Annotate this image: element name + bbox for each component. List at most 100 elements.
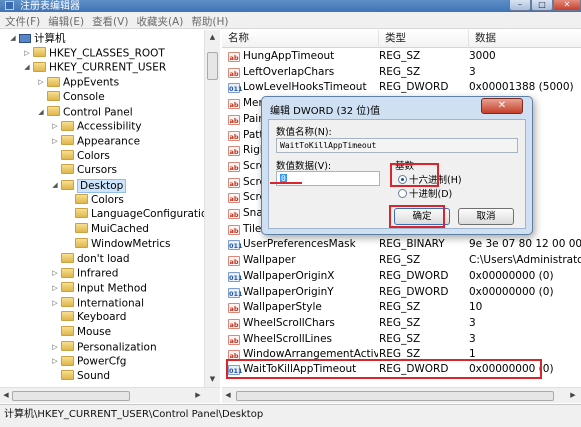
tree-node[interactable]: Console <box>36 90 105 105</box>
value-row[interactable]: ab WallpaperStyle REG_SZ 10 <box>222 300 581 315</box>
tree-node[interactable]: Sound <box>50 369 110 384</box>
tree-node[interactable]: ▷ International <box>50 296 144 311</box>
value-name-cell: ab WallpaperStyle <box>228 300 378 315</box>
close-window-button[interactable]: ✕ <box>553 0 581 11</box>
tree-node[interactable]: ▷ Input Method <box>50 281 147 296</box>
tree-node[interactable]: WindowMetrics <box>64 237 171 252</box>
value-row[interactable]: 011LowLevelHooksTimeout REG_DWORD 0x000013… <box>222 80 581 95</box>
value-data-cell: 3 <box>469 316 476 329</box>
value-data-cell: 0x00000000 (0) <box>469 269 554 282</box>
folder-icon <box>61 326 74 336</box>
decimal-radio[interactable]: 十进制(D) <box>398 186 452 200</box>
value-data-cell: C:\Users\Administrator\A <box>469 254 581 267</box>
tree-horizontal-scrollbar[interactable]: ◀ ▶ <box>0 387 220 403</box>
scroll-thumb[interactable] <box>207 52 218 80</box>
folder-icon <box>61 252 74 263</box>
dialog-close-button[interactable]: ✕ <box>481 98 523 114</box>
tree-node[interactable]: ▷ AppEvents <box>36 75 119 90</box>
status-bar: 计算机\HKEY_CURRENT_USER\Control Panel\Desk… <box>0 404 581 427</box>
value-name-cell: 011WallpaperOriginY <box>228 285 378 300</box>
column-data-header[interactable]: 数据 <box>469 30 581 48</box>
tree-node[interactable]: don't load <box>50 252 130 267</box>
folder-icon <box>75 223 88 234</box>
expand-toggle-icon[interactable]: ▷ <box>50 281 60 296</box>
scroll-thumb[interactable] <box>12 391 130 401</box>
menu-file[interactable]: 文件(F) <box>0 12 43 29</box>
expand-toggle-icon[interactable]: ◢ <box>8 31 18 46</box>
menu-view[interactable]: 查看(V) <box>87 12 131 29</box>
tree-node[interactable]: Keyboard <box>50 310 126 325</box>
tree-node[interactable]: ◢ 计算机 <box>8 31 65 46</box>
value-type-cell: REG_SZ <box>379 316 421 329</box>
tree-node[interactable]: Colors <box>50 149 110 164</box>
value-row[interactable]: ab HungAppTimeout REG_SZ 3000 <box>222 49 581 64</box>
value-name: Wallpaper <box>243 254 296 267</box>
tree-node[interactable]: ▷ Accessibility <box>50 119 142 134</box>
tree-node[interactable]: ▷ PowerCfg <box>50 354 126 369</box>
tree-node-label: Keyboard <box>77 311 127 324</box>
string-value-icon: ab <box>228 130 240 141</box>
maximize-button[interactable]: □ <box>531 0 553 11</box>
scroll-right-icon[interactable]: ▶ <box>567 388 579 403</box>
string-value-icon: ab <box>228 193 240 204</box>
expand-toggle-icon[interactable]: ▷ <box>22 46 32 61</box>
expand-toggle-icon[interactable]: ▷ <box>50 266 60 281</box>
scroll-thumb[interactable] <box>236 391 554 401</box>
column-name-header[interactable]: 名称 <box>222 30 379 48</box>
expand-toggle-icon[interactable]: ▷ <box>50 340 60 355</box>
value-data-cell: 3 <box>469 65 476 78</box>
scroll-left-icon[interactable]: ◀ <box>0 388 12 403</box>
expand-toggle-icon[interactable]: ▷ <box>50 296 60 311</box>
tree-node-label: Sound <box>77 370 111 383</box>
menu-bar: 文件(F) 编辑(E) 查看(V) 收藏夹(A) 帮助(H) <box>0 12 581 29</box>
tree-node[interactable]: ◢ Desktop <box>50 178 127 193</box>
column-type-header[interactable]: 类型 <box>379 30 469 48</box>
tree-node[interactable]: Mouse <box>50 325 111 340</box>
binary-value-icon: 011 <box>228 240 243 251</box>
tree-node[interactable]: ◢ Control Panel <box>36 105 133 120</box>
folder-icon <box>61 179 74 190</box>
tree-node[interactable]: Colors <box>64 193 124 208</box>
value-name-cell: ab Wallpaper <box>228 253 378 268</box>
expand-toggle-icon[interactable]: ▷ <box>36 75 46 90</box>
scroll-right-icon[interactable]: ▶ <box>192 388 204 403</box>
cancel-button[interactable]: 取消 <box>458 208 514 225</box>
value-row[interactable]: ab WheelScrollChars REG_SZ 3 <box>222 316 581 331</box>
tree-node[interactable]: ▷ HKEY_CLASSES_ROOT <box>22 46 165 61</box>
tree-node-label: Console <box>63 90 105 103</box>
expand-toggle-icon[interactable]: ▷ <box>50 119 60 134</box>
expand-toggle-icon[interactable]: ◢ <box>22 60 32 75</box>
value-row[interactable]: ab LeftOverlapChars REG_SZ 3 <box>222 65 581 80</box>
menu-favorites[interactable]: 收藏夹(A) <box>131 12 186 29</box>
tree-vertical-scrollbar[interactable]: ▲ ▼ <box>204 30 220 387</box>
value-row[interactable]: 011UserPreferencesMask REG_BINARY 9e 3e 07… <box>222 237 581 252</box>
tree-node[interactable]: ▷ Personalization <box>50 340 157 355</box>
value-row[interactable]: abWallpaperREG_SZC:\Users\Administrator\… <box>222 253 581 268</box>
value-name-field: WaitToKillAppTimeout <box>276 138 518 153</box>
scroll-left-icon[interactable]: ◀ <box>222 388 234 403</box>
value-row[interactable]: ab WheelScrollLines REG_SZ 3 <box>222 332 581 347</box>
tree-node[interactable]: LanguageConfiguration <box>64 207 214 222</box>
list-horizontal-scrollbar[interactable]: ◀ ▶ <box>222 387 581 403</box>
value-row[interactable]: 011WallpaperOriginY REG_DWORD 0x00000000 (… <box>222 285 581 300</box>
regedit-app-icon <box>5 1 14 10</box>
value-row[interactable]: 011WallpaperOriginX REG_DWORD 0x00000000 (… <box>222 269 581 284</box>
menu-edit[interactable]: 编辑(E) <box>43 12 87 29</box>
tree-node[interactable]: MuiCached <box>64 222 149 237</box>
expand-toggle-icon[interactable]: ◢ <box>50 178 60 193</box>
expand-toggle-icon[interactable]: ▷ <box>50 354 60 369</box>
expand-toggle-icon[interactable]: ▷ <box>50 134 60 149</box>
minimize-button[interactable]: – <box>509 0 531 11</box>
tree-node-label: WindowMetrics <box>91 237 171 250</box>
tree-node[interactable]: ▷ Infrared <box>50 266 118 281</box>
value-name: WallpaperStyle <box>243 301 322 314</box>
scroll-up-icon[interactable]: ▲ <box>205 30 220 45</box>
tree-node[interactable]: ◢ HKEY_CURRENT_USER <box>22 60 166 75</box>
menu-help[interactable]: 帮助(H) <box>186 12 231 29</box>
tree-node[interactable]: ▷ Appearance <box>50 134 140 149</box>
value-name: UserPreferencesMask <box>243 238 356 251</box>
tree-node[interactable]: Cursors <box>50 163 117 178</box>
expand-toggle-icon[interactable]: ◢ <box>36 105 46 120</box>
scroll-down-icon[interactable]: ▼ <box>205 372 220 387</box>
string-value-icon: ab <box>228 99 240 110</box>
